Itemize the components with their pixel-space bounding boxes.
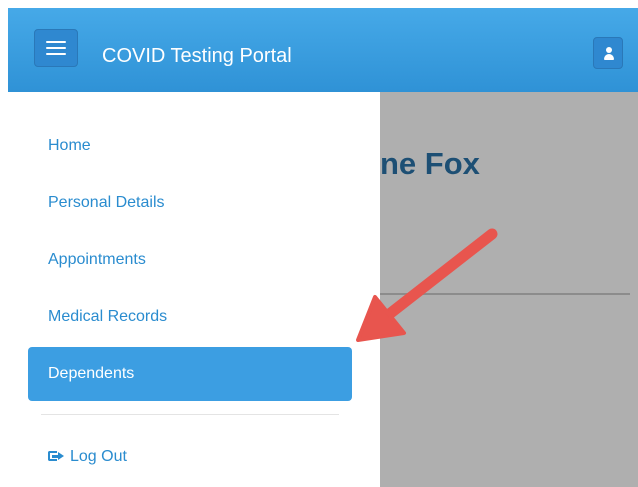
app-title: COVID Testing Portal: [102, 45, 292, 67]
app-header: COVID Testing Portal: [8, 8, 638, 92]
user-menu-button[interactable]: [593, 37, 623, 69]
sidebar-divider: [41, 414, 339, 415]
page-heading: ne Fox: [380, 146, 480, 181]
hamburger-menu-button[interactable]: [34, 29, 78, 67]
sign-out-icon: [48, 451, 64, 463]
sidebar-item-dependents[interactable]: Dependents: [28, 347, 352, 401]
sidebar-nav: Home Personal Details Appointments Medic…: [8, 92, 380, 487]
content-divider: [380, 293, 630, 295]
hamburger-menu-icon: [46, 41, 66, 55]
sidebar-item-personal-details[interactable]: Personal Details: [28, 176, 352, 230]
sidebar-item-appointments[interactable]: Appointments: [28, 233, 352, 287]
user-icon: [606, 47, 612, 53]
logout-label: Log Out: [70, 448, 127, 465]
logout-link[interactable]: Log Out: [28, 430, 352, 484]
sidebar-item-medical-records[interactable]: Medical Records: [28, 290, 352, 344]
sidebar-item-home[interactable]: Home: [28, 119, 352, 173]
page-backdrop: ne Fox: [380, 92, 638, 487]
